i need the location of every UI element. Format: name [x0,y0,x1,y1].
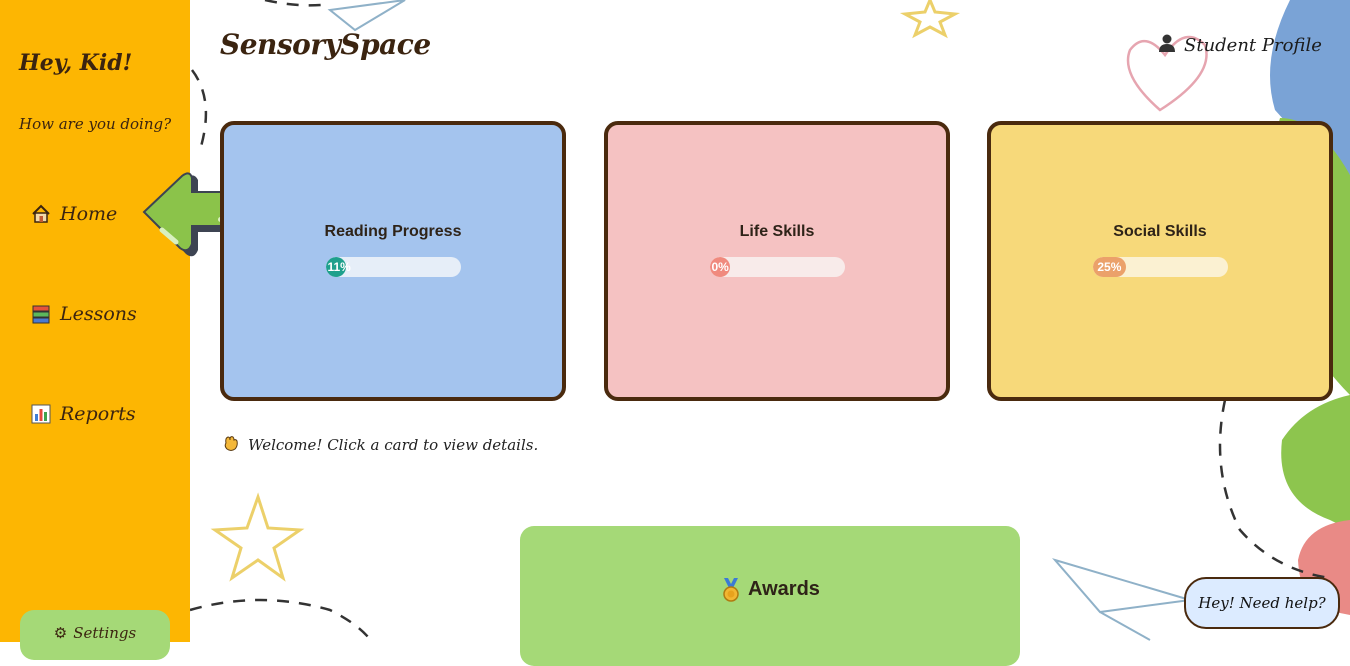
sidebar-greeting: Hey, Kid! [19,50,133,76]
progress-label: 11% [327,260,351,274]
progress-bar: 11% [325,257,461,277]
help-button[interactable]: Hey! Need help? [1184,577,1340,629]
welcome-message: Welcome! Click a card to view details. [222,434,538,456]
progress-bar: 0% [709,257,845,277]
student-profile-link[interactable]: Student Profile [1157,33,1322,58]
sidebar-subgreeting: How are you doing? [19,115,172,133]
books-icon [30,303,52,325]
sidebar-item-reports[interactable]: Reports [30,403,136,425]
sidebar-item-label: Lessons [60,303,137,325]
brand-logo[interactable]: SensorySpace [220,28,431,61]
card-title: Social Skills [1113,223,1207,240]
awards-title: Awards [748,578,820,600]
settings-button[interactable]: ⚙ Settings [20,610,170,660]
house-icon [30,203,52,225]
sidebar-item-home[interactable]: Home [30,203,117,225]
progress-bar: 25% [1092,257,1228,277]
progress-label: 25% [1097,260,1122,274]
waving-hand-icon [222,434,240,456]
settings-label: Settings [73,624,137,642]
person-silhouette-icon [1157,33,1177,58]
card-life-skills[interactable]: Life Skills 0% [604,121,950,401]
gear-icon: ⚙ [53,624,68,642]
sidebar: Hey, Kid! How are you doing? Home Lesson… [0,0,190,660]
card-title: Life Skills [739,223,815,240]
card-title: Reading Progress [324,223,462,240]
sidebar-item-label: Home [60,203,118,225]
progress-label: 0% [711,260,729,274]
card-reading-progress[interactable]: Reading Progress 11% [220,121,566,401]
welcome-text: Welcome! Click a card to view details. [248,436,539,454]
profile-label: Student Profile [1184,35,1322,56]
card-social-skills[interactable]: Social Skills 25% [987,121,1333,401]
sidebar-item-label: Reports [60,403,136,425]
sidebar-item-lessons[interactable]: Lessons [30,303,137,325]
awards-panel[interactable]: Awards [520,526,1020,666]
bar-chart-icon [30,403,52,425]
medal-icon [720,578,742,666]
